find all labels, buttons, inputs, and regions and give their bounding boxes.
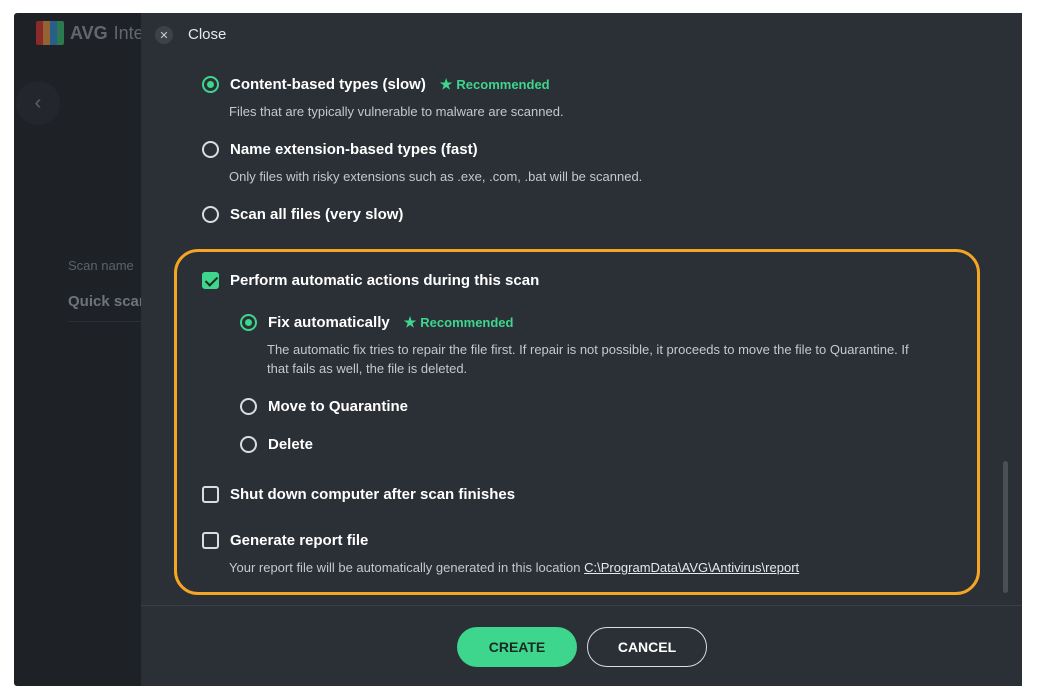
- option-label: Scan all files (very slow): [230, 206, 404, 223]
- back-button[interactable]: ‹: [16, 81, 60, 125]
- chevron-left-icon: ‹: [34, 91, 42, 114]
- option-description: The automatic fix tries to repair the fi…: [267, 340, 967, 378]
- radio-move-to-quarantine[interactable]: Move to Quarantine: [240, 398, 408, 415]
- cancel-button[interactable]: CANCEL: [587, 627, 707, 667]
- checkbox-generate-report[interactable]: Generate report file: [202, 532, 368, 549]
- report-path-link[interactable]: C:\ProgramData\AVG\Antivirus\report: [584, 560, 799, 575]
- star-icon: ★: [403, 314, 417, 330]
- checkbox-checked-icon[interactable]: [202, 272, 219, 289]
- checkbox-unchecked-icon[interactable]: [202, 532, 219, 549]
- footer-divider: [141, 605, 1022, 606]
- report-description: Your report file will be automatically g…: [229, 558, 799, 577]
- avg-logo-icon: [36, 21, 64, 45]
- recommended-badge: ★ Recommended: [404, 314, 514, 331]
- checkbox-unchecked-icon[interactable]: [202, 486, 219, 503]
- close-icon[interactable]: ✕: [155, 26, 173, 44]
- create-button[interactable]: CREATE: [457, 627, 577, 667]
- option-label: Perform automatic actions during this sc…: [230, 272, 540, 289]
- option-label: Fix automatically: [268, 314, 390, 331]
- report-description-text: Your report file will be automatically g…: [229, 560, 581, 575]
- option-label: Move to Quarantine: [268, 398, 409, 415]
- option-label: Generate report file: [230, 532, 369, 549]
- option-description: Files that are typically vulnerable to m…: [229, 104, 564, 119]
- scan-name-value: Quick scar: [68, 293, 145, 310]
- checkbox-shutdown[interactable]: Shut down computer after scan finishes: [202, 486, 515, 503]
- scan-name-label: Scan name: [68, 258, 134, 273]
- radio-selected-icon[interactable]: [202, 76, 219, 93]
- checkbox-auto-actions[interactable]: Perform automatic actions during this sc…: [202, 272, 539, 289]
- option-label: Shut down computer after scan finishes: [230, 486, 516, 503]
- scrollbar[interactable]: [1003, 461, 1008, 593]
- close-button[interactable]: Close: [188, 26, 226, 43]
- option-label: Content-based types (slow): [230, 76, 426, 93]
- radio-unselected-icon[interactable]: [240, 398, 257, 415]
- badge-label: Recommended: [420, 315, 514, 330]
- app-logo: AVG Inte: [36, 21, 144, 45]
- radio-unselected-icon[interactable]: [240, 436, 257, 453]
- radio-content-based[interactable]: Content-based types (slow) ★ Recommended: [202, 76, 550, 93]
- star-icon: ★: [439, 76, 453, 92]
- radio-unselected-icon[interactable]: [202, 206, 219, 223]
- recommended-badge: ★ Recommended: [440, 76, 550, 93]
- option-label: Name extension-based types (fast): [230, 141, 478, 158]
- description-line: The automatic fix tries to repair the fi…: [267, 342, 909, 357]
- radio-delete[interactable]: Delete: [240, 436, 313, 453]
- option-description: Only files with risky extensions such as…: [229, 169, 643, 184]
- radio-unselected-icon[interactable]: [202, 141, 219, 158]
- scan-settings-panel: ✕ Close Content-based types (slow) ★ Reco…: [141, 13, 1022, 686]
- option-label: Delete: [268, 436, 314, 453]
- description-line: that fails as well, the file is deleted.: [267, 361, 468, 376]
- radio-extension-based[interactable]: Name extension-based types (fast): [202, 141, 478, 158]
- radio-scan-all[interactable]: Scan all files (very slow): [202, 206, 403, 223]
- brand-name: AVG: [70, 22, 108, 43]
- badge-label: Recommended: [456, 77, 550, 92]
- radio-fix-automatically[interactable]: Fix automatically ★ Recommended: [240, 314, 513, 331]
- radio-selected-icon[interactable]: [240, 314, 257, 331]
- app-name: Inte: [113, 22, 144, 43]
